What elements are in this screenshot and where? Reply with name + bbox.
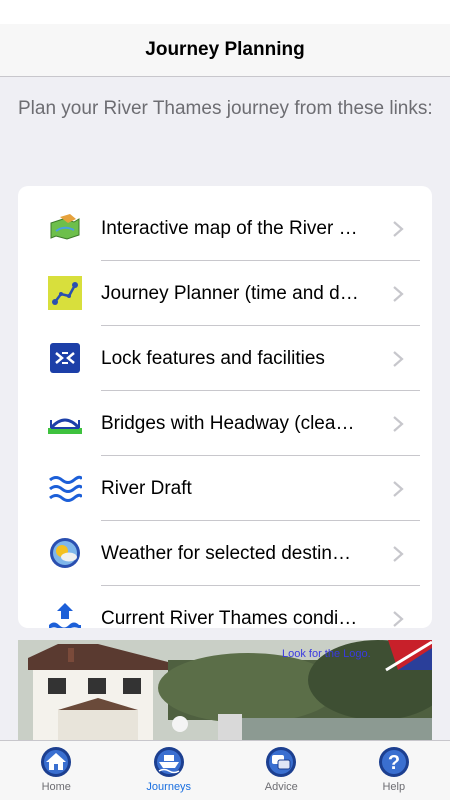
- boat-icon: [153, 747, 184, 777]
- chevron-right-icon: [393, 286, 404, 302]
- menu-item-label: Weather for selected destin…: [101, 543, 351, 564]
- chevron-right-icon: [393, 416, 404, 432]
- route-icon: [48, 276, 82, 310]
- chevron-right-icon: [393, 351, 404, 367]
- bridge-icon: [48, 406, 82, 440]
- tab-journeys[interactable]: Journeys: [113, 741, 226, 800]
- lock-icon: [48, 341, 82, 375]
- tab-label: Advice: [264, 781, 298, 793]
- chevron-right-icon: [393, 611, 404, 627]
- tab-help[interactable]: ? Help: [338, 741, 450, 800]
- journey-menu-list: Interactive map of the River … Journey P…: [18, 186, 432, 628]
- menu-item-journey-planner[interactable]: Journey Planner (time and d…: [18, 261, 432, 326]
- weather-icon: [48, 536, 82, 570]
- menu-item-label: River Draft: [101, 478, 192, 499]
- tab-bar: Home Journeys Advice ? Help: [0, 740, 450, 800]
- menu-item-river-conditions[interactable]: Current River Thames condi…: [18, 586, 432, 628]
- tab-label: Home: [41, 781, 71, 793]
- intro-text: Plan your River Thames journey from thes…: [18, 98, 433, 119]
- menu-item-weather[interactable]: Weather for selected destin…: [18, 521, 432, 586]
- tab-advice[interactable]: Advice: [225, 741, 338, 800]
- svg-text:?: ?: [388, 752, 400, 774]
- banner-caption: Look for the Logo.: [282, 648, 371, 660]
- chevron-right-icon: [393, 221, 404, 237]
- chat-icon: [266, 747, 297, 777]
- chevron-right-icon: [393, 481, 404, 497]
- tab-home[interactable]: Home: [0, 741, 113, 800]
- menu-item-lock-features[interactable]: Lock features and facilities: [18, 326, 432, 391]
- menu-item-bridges[interactable]: Bridges with Headway (clea…: [18, 391, 432, 456]
- help-icon: ?: [378, 747, 409, 777]
- promo-banner-image[interactable]: Look for the Logo.: [18, 640, 432, 742]
- tab-label: Help: [382, 781, 406, 793]
- status-bar: [0, 0, 450, 24]
- home-icon: [41, 747, 72, 777]
- menu-item-label: Bridges with Headway (clea…: [101, 413, 355, 434]
- menu-item-label: Journey Planner (time and d…: [101, 283, 359, 304]
- menu-item-interactive-map[interactable]: Interactive map of the River …: [18, 196, 432, 261]
- river-conditions-icon: [48, 601, 82, 628]
- page-title: Journey Planning: [145, 39, 305, 60]
- menu-item-label: Lock features and facilities: [101, 348, 325, 369]
- menu-item-label: Current River Thames condi…: [101, 608, 358, 628]
- map-icon: [48, 211, 82, 245]
- menu-item-label: Interactive map of the River …: [101, 218, 358, 239]
- chevron-right-icon: [393, 546, 404, 562]
- waves-icon: [48, 471, 82, 505]
- menu-item-river-draft[interactable]: River Draft: [18, 456, 432, 521]
- navigation-bar: Journey Planning: [0, 24, 450, 77]
- tab-label: Journeys: [146, 781, 192, 793]
